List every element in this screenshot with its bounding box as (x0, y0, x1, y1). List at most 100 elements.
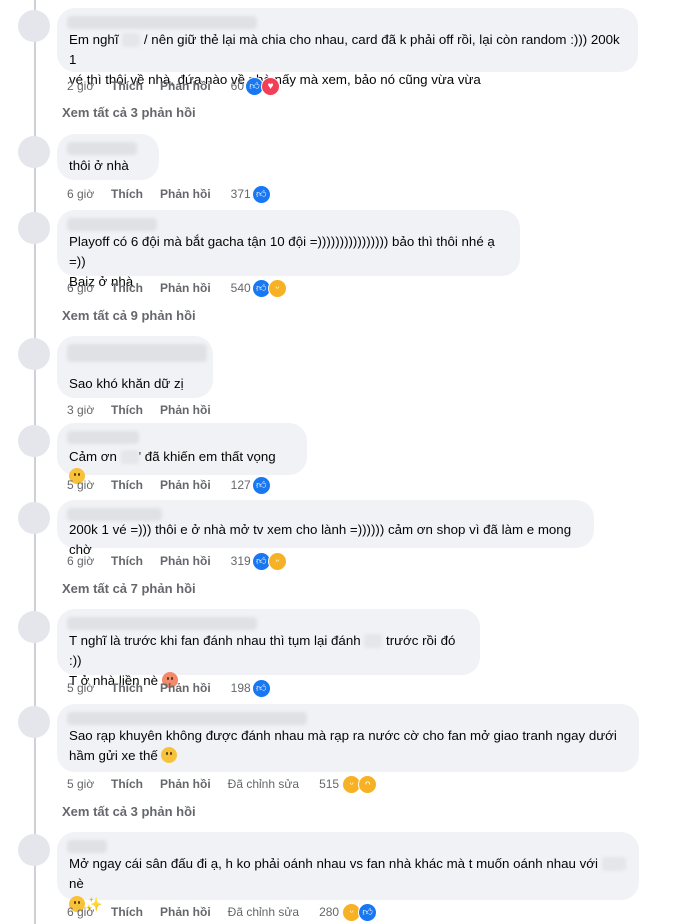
avatar[interactable] (18, 10, 50, 42)
haha-reaction-icon: ᵕ (267, 278, 287, 298)
view-replies-link[interactable]: Xem tất cả 7 phản hồi (62, 581, 196, 596)
comment-actions: 5 giờ Thích Phản hồi 127 👍︎ (67, 475, 271, 495)
reply-button[interactable]: Phản hồi (160, 681, 211, 695)
like-reaction-icon: 👍︎ (358, 902, 378, 922)
timestamp[interactable]: 6 giờ (67, 187, 111, 201)
like-button[interactable]: Thích (111, 187, 143, 201)
reaction-count[interactable]: 198 (231, 681, 251, 695)
sad-reaction-icon: ᴖ (358, 774, 378, 794)
avatar[interactable] (18, 338, 50, 370)
view-replies-link[interactable]: Xem tất cả 3 phản hồi (62, 105, 196, 120)
author-name-redacted[interactable] (67, 712, 307, 725)
reaction-icons[interactable]: 👍︎ (251, 475, 271, 495)
timestamp[interactable]: 6 giờ (67, 281, 111, 295)
author-name-redacted[interactable] (67, 142, 137, 155)
avatar[interactable] (18, 834, 50, 866)
comment-actions: 6 giờ Thích Phản hồi Đã chỉnh sửa 280 ᵕ … (67, 902, 378, 922)
comment-bubble: thôi ở nhà (57, 134, 159, 180)
reaction-count[interactable]: 515 (319, 777, 339, 791)
comment-actions: 6 giờ Thích Phản hồi 319 👍︎ ᵕ (67, 551, 287, 571)
timestamp[interactable]: 5 giờ (67, 478, 111, 492)
comment-bubble: Sao rạp khuyên không được đánh nhau mà r… (57, 704, 639, 772)
reaction-icons[interactable]: 👍︎ ᵕ (251, 278, 287, 298)
like-button[interactable]: Thích (111, 905, 143, 919)
like-reaction-icon: 👍︎ (251, 184, 271, 204)
reaction-count[interactable]: 319 (231, 554, 251, 568)
comment-bubble: Playoff có 6 đội mà bắt gacha tận 10 đội… (57, 210, 520, 289)
reaction-count[interactable]: 280 (319, 905, 339, 919)
redacted-text (601, 857, 626, 872)
like-button[interactable]: Thích (111, 281, 143, 295)
reaction-icons[interactable]: 👍︎ ♥ (245, 76, 281, 96)
reply-button[interactable]: Phản hồi (160, 905, 211, 919)
avatar[interactable] (18, 136, 50, 168)
author-name-redacted[interactable] (67, 840, 107, 853)
comment-actions: 6 giờ Thích Phản hồi 540 👍︎ ᵕ (67, 278, 287, 298)
reply-button[interactable]: Phản hồi (160, 281, 211, 295)
reply-button[interactable]: Phản hồi (160, 554, 211, 568)
avatar[interactable] (18, 212, 50, 244)
like-button[interactable]: Thích (111, 79, 143, 93)
redacted-text (122, 33, 141, 48)
reaction-count[interactable]: 371 (231, 187, 251, 201)
avatar[interactable] (18, 706, 50, 738)
love-reaction-icon: ♥ (261, 76, 281, 96)
author-name-redacted[interactable] (67, 344, 207, 362)
reaction-count[interactable]: 60 (231, 79, 244, 93)
author-name-redacted[interactable] (67, 218, 157, 231)
comment-actions: 3 giờ Thích Phản hồi (67, 401, 228, 419)
avatar[interactable] (18, 611, 50, 643)
like-button[interactable]: Thích (111, 777, 143, 791)
smile-emoji-icon (161, 747, 178, 763)
timestamp[interactable]: 6 giờ (67, 905, 111, 919)
comment-bubble: Em nghĩ / nên giữ thẻ lại mà chia cho nh… (57, 8, 638, 87)
reaction-icons[interactable]: 👍︎ ᵕ (251, 551, 287, 571)
avatar[interactable] (18, 425, 50, 457)
comment-text: thôi ở nhà (69, 158, 129, 173)
comment-bubble: 200k 1 vé =))) thôi e ở nhà mở tv xem ch… (57, 500, 594, 557)
author-name-redacted[interactable] (67, 617, 257, 630)
reply-button[interactable]: Phản hồi (160, 187, 211, 201)
like-reaction-icon: 👍︎ (251, 475, 271, 495)
reaction-count[interactable]: 540 (231, 281, 251, 295)
reaction-icons[interactable]: 👍︎ (251, 678, 271, 698)
avatar[interactable] (18, 502, 50, 534)
reaction-count[interactable]: 127 (231, 478, 251, 492)
reply-button[interactable]: Phản hồi (160, 478, 211, 492)
comment-actions: 2 giờ Thích Phản hồi 60 👍︎ ♥ (67, 76, 281, 96)
reaction-icons[interactable]: 👍︎ (251, 184, 271, 204)
author-name-redacted[interactable] (67, 508, 162, 521)
redacted-text (120, 450, 139, 465)
like-button[interactable]: Thích (111, 681, 143, 695)
like-button[interactable]: Thích (111, 554, 143, 568)
author-name-redacted[interactable] (67, 16, 257, 29)
timestamp[interactable]: 2 giờ (67, 79, 111, 93)
view-replies-link[interactable]: Xem tất cả 3 phản hồi (62, 804, 196, 819)
timestamp[interactable]: 5 giờ (67, 777, 111, 791)
haha-reaction-icon: ᵕ (267, 551, 287, 571)
comment-actions: 6 giờ Thích Phản hồi 371 👍︎ (67, 184, 271, 204)
reply-button[interactable]: Phản hồi (160, 403, 211, 417)
reply-button[interactable]: Phản hồi (160, 79, 211, 93)
comment-bubble: Cảm ơn ' đã khiến em thất vọng (57, 423, 307, 484)
comment-bubble: T nghĩ là trước khi fan đánh nhau thì tụ… (57, 609, 480, 688)
comment-text: Sao khó khăn dữ zị (69, 376, 184, 391)
reaction-icons[interactable]: ᵕ 👍︎ (342, 902, 378, 922)
reply-button[interactable]: Phản hồi (160, 777, 211, 791)
comment-text: Sao rạp khuyên không được đánh nhau mà r… (69, 728, 617, 763)
view-replies-link[interactable]: Xem tất cả 9 phản hồi (62, 308, 196, 323)
comment-actions: 5 giờ Thích Phản hồi Đã chỉnh sửa 515 ᵕ … (67, 774, 378, 794)
comment-bubble: Sao khó khăn dữ zị (57, 336, 213, 398)
timestamp[interactable]: 3 giờ (67, 403, 111, 417)
like-button[interactable]: Thích (111, 403, 143, 417)
edited-label: Đã chỉnh sửa (227, 777, 300, 791)
author-name-redacted[interactable] (67, 431, 139, 444)
like-button[interactable]: Thích (111, 478, 143, 492)
timestamp[interactable]: 5 giờ (67, 681, 111, 695)
reaction-icons[interactable]: ᵕ ᴖ (342, 774, 378, 794)
timestamp[interactable]: 6 giờ (67, 554, 111, 568)
comment-actions: 5 giờ Thích Phản hồi 198 👍︎ (67, 678, 271, 698)
redacted-text (364, 634, 383, 649)
like-reaction-icon: 👍︎ (251, 678, 271, 698)
comment-bubble: Mở ngay cái sân đấu đi ạ, h ko phải oánh… (57, 832, 639, 912)
